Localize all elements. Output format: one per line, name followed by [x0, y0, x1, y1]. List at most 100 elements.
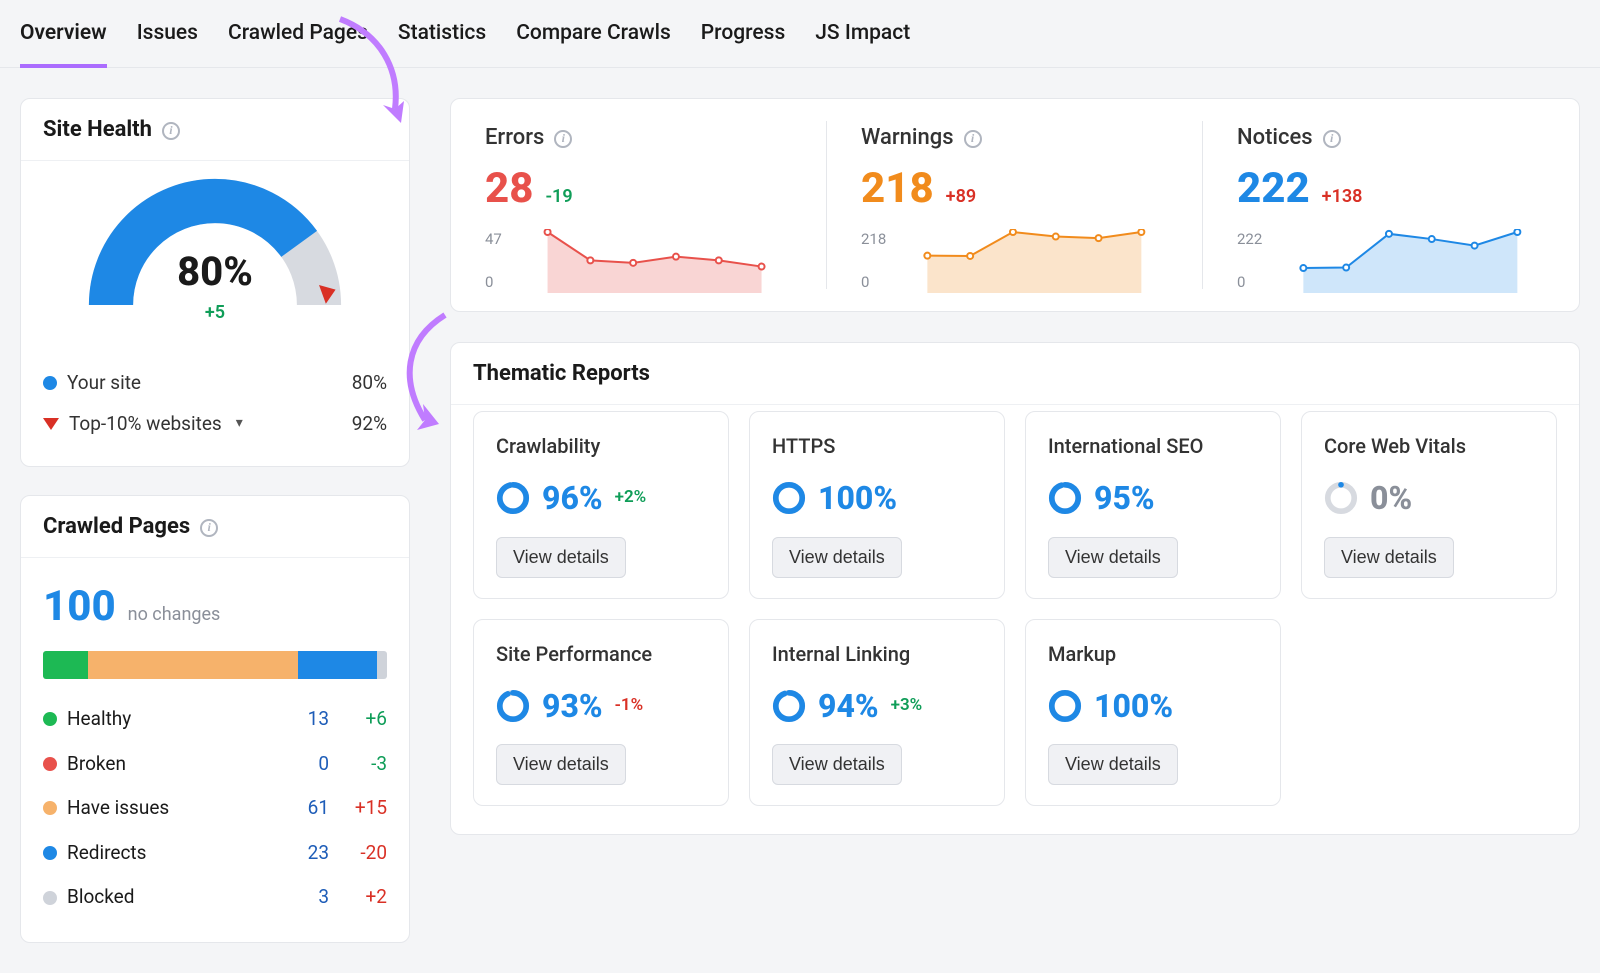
progress-ring-icon [496, 689, 530, 723]
report-pct: 94% [818, 684, 879, 729]
site-health-title: Site Health [43, 115, 152, 146]
legend-value: 80% [352, 370, 387, 397]
report-pct: 95% [1094, 476, 1155, 521]
crawled-row-label: Healthy [67, 706, 279, 733]
report-title: HTTPS [772, 432, 982, 460]
tab-statistics[interactable]: Statistics [398, 13, 486, 68]
view-details-button[interactable]: View details [772, 744, 902, 785]
dot-icon [43, 376, 57, 390]
legend-label: Top-10% websites [69, 411, 222, 438]
crawled-row[interactable]: Broken0-3 [43, 742, 387, 787]
legend-label: Your site [67, 370, 141, 397]
sparkline [1270, 229, 1551, 293]
thematic-reports-title: Thematic Reports [473, 359, 650, 390]
report-pct: 100% [1094, 684, 1173, 729]
crawled-row-label: Redirects [67, 840, 279, 867]
bar-segment-healthy[interactable] [43, 651, 88, 679]
crawled-row[interactable]: Blocked 3 +2 [43, 875, 387, 920]
triangle-down-icon [43, 418, 59, 430]
view-details-button[interactable]: View details [1048, 744, 1178, 785]
stat-warnings[interactable]: Warnings 218 +89 2180 [827, 99, 1203, 311]
info-icon[interactable] [200, 519, 218, 537]
crawled-pages-title: Crawled Pages [43, 512, 190, 543]
crawled-row[interactable]: Healthy13+6 [43, 697, 387, 742]
site-health-card: Site Health 80% +5 [20, 98, 410, 467]
stat-notices[interactable]: Notices 222 +138 2220 [1203, 99, 1579, 311]
report-title: Markup [1048, 640, 1258, 668]
stat-delta: +138 [1322, 184, 1363, 209]
crawled-row-delta: +15 [339, 795, 387, 822]
report-title: International SEO [1048, 432, 1258, 460]
progress-ring-icon [772, 689, 806, 723]
report-card: Markup 100% View details [1025, 619, 1281, 807]
bar-segment-have-issues[interactable] [88, 651, 298, 679]
view-details-button[interactable]: View details [496, 537, 626, 578]
crawled-row-label: Broken [67, 751, 279, 778]
stat-value: 222 [1237, 160, 1310, 219]
dot-icon [43, 891, 57, 905]
crawled-row[interactable]: Redirects23-20 [43, 831, 387, 876]
report-card: International SEO 95% View details [1025, 411, 1281, 599]
crawled-row[interactable]: Have issues61+15 [43, 786, 387, 831]
crawled-row-value: 13 [289, 706, 329, 733]
report-title: Core Web Vitals [1324, 432, 1534, 460]
crawled-pages-card: Crawled Pages 100 no changes Healthy13+6… [20, 495, 410, 943]
tab-progress[interactable]: Progress [701, 13, 785, 68]
tab-overview[interactable]: Overview [20, 13, 107, 68]
bar-segment-blocked[interactable] [377, 651, 387, 679]
crawled-row-label: Have issues [67, 795, 279, 822]
report-card: Site Performance 93% -1% View details [473, 619, 729, 807]
tab-compare-crawls[interactable]: Compare Crawls [516, 13, 671, 68]
report-delta: -1% [615, 694, 644, 718]
view-details-button[interactable]: View details [496, 744, 626, 785]
thematic-reports-card: Thematic Reports Crawlability96%+2%View … [450, 342, 1580, 835]
report-card: Core Web Vitals 0% View details [1301, 411, 1557, 599]
progress-ring-icon [1324, 481, 1358, 515]
site-health-score: 80% [85, 244, 345, 300]
report-title: Site Performance [496, 640, 706, 668]
report-delta: +3% [891, 694, 923, 718]
bar-segment-redirects[interactable] [298, 651, 377, 679]
info-icon[interactable] [162, 122, 180, 140]
report-pct: 0% [1370, 476, 1412, 521]
legend-value: 92% [352, 411, 387, 438]
stat-delta: -19 [545, 184, 572, 209]
chevron-down-icon: ▾ [236, 414, 243, 434]
report-delta: +2% [615, 486, 647, 510]
site-health-delta: +5 [85, 300, 345, 325]
legend-row[interactable]: Top-10% websites ▾ 92% [43, 404, 387, 445]
stat-value: 218 [861, 160, 934, 219]
stat-title: Notices [1237, 123, 1313, 154]
info-icon[interactable] [964, 130, 982, 148]
report-pct: 93% [542, 684, 603, 729]
legend-row: Your site 80% [43, 363, 387, 404]
report-card: HTTPS 100% View details [749, 411, 1005, 599]
progress-ring-icon [1048, 689, 1082, 723]
stat-delta: +89 [946, 184, 976, 209]
stat-axis: 470 [485, 229, 502, 293]
crawled-pages-total: 100 [43, 578, 116, 637]
site-health-gauge: 80% +5 [85, 175, 345, 325]
view-details-button[interactable]: View details [1324, 537, 1454, 578]
dot-icon [43, 757, 57, 771]
view-details-button[interactable]: View details [1048, 537, 1178, 578]
tab-issues[interactable]: Issues [137, 13, 198, 68]
crawled-row-value: 3 [289, 884, 329, 911]
info-icon[interactable] [1323, 130, 1341, 148]
report-card: Internal Linking 94% +3% View details [749, 619, 1005, 807]
view-details-button[interactable]: View details [772, 537, 902, 578]
report-title: Internal Linking [772, 640, 982, 668]
stat-axis: 2220 [1237, 229, 1262, 293]
crawled-row-delta: +2 [339, 884, 387, 911]
crawled-row-delta: -3 [339, 751, 387, 778]
tab-js-impact[interactable]: JS Impact [815, 13, 910, 68]
stat-title: Warnings [861, 123, 954, 154]
tab-crawled-pages[interactable]: Crawled Pages [228, 13, 368, 68]
info-icon[interactable] [554, 130, 572, 148]
stat-axis: 2180 [861, 229, 886, 293]
crawled-row-label: Blocked [67, 884, 279, 911]
crawled-row-delta: -20 [339, 840, 387, 867]
progress-ring-icon [772, 481, 806, 515]
stat-errors[interactable]: Errors28-19470 [451, 99, 827, 311]
report-pct: 100% [818, 476, 897, 521]
